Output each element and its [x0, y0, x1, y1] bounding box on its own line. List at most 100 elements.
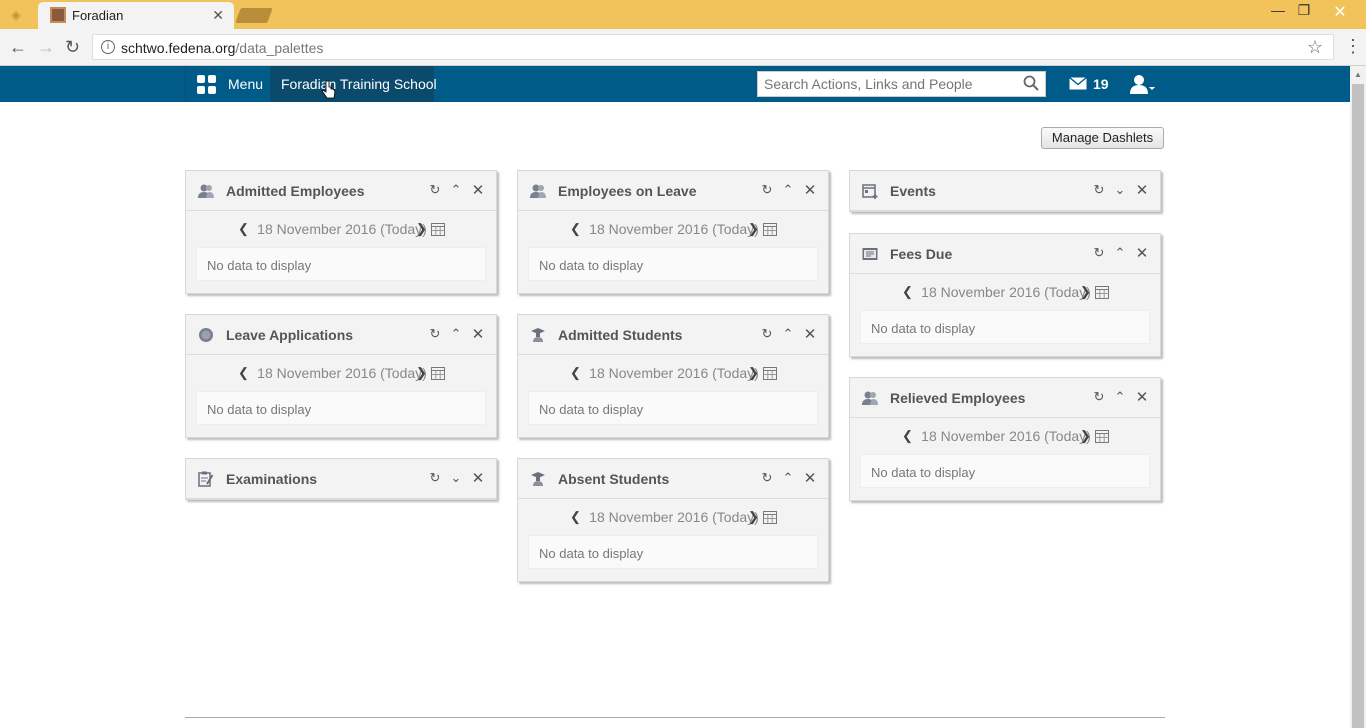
refresh-icon[interactable]: ↻ — [427, 470, 443, 486]
collapse-icon[interactable]: ⌃ — [1112, 389, 1128, 405]
incognito-icon: ◈ — [11, 7, 21, 22]
url-field[interactable]: i schtwo.fedena.org/data_palettes ☆ — [92, 34, 1334, 60]
window-close-icon[interactable]: ✕ — [1328, 2, 1352, 22]
dashlet-date: 18 November 2016 (Today) — [921, 428, 1091, 444]
search-input[interactable] — [764, 76, 1014, 92]
close-icon[interactable]: ✕ — [802, 181, 818, 199]
refresh-icon[interactable]: ↻ — [759, 182, 775, 198]
refresh-icon[interactable]: ↻ — [427, 182, 443, 198]
scroll-thumb[interactable] — [1352, 84, 1364, 728]
prev-date-icon[interactable]: ❮ — [238, 365, 249, 381]
menu-button[interactable]: Menu — [185, 66, 271, 102]
school-name: Foradian Training School — [281, 76, 437, 92]
next-date-icon[interactable]: ❯ — [748, 221, 759, 237]
calendar-icon[interactable] — [1095, 285, 1109, 299]
forward-arrow-icon[interactable]: → — [37, 37, 55, 58]
close-icon[interactable]: ✕ — [470, 181, 486, 199]
close-icon[interactable]: ✕ — [802, 325, 818, 343]
grid-menu-icon — [197, 75, 217, 95]
reload-icon[interactable]: ↻ — [65, 37, 80, 58]
refresh-icon[interactable]: ↻ — [427, 326, 443, 342]
tab-title: Foradian — [72, 8, 124, 23]
no-data-text: No data to display — [207, 402, 312, 417]
refresh-icon[interactable]: ↻ — [759, 470, 775, 486]
prev-date-icon[interactable]: ❮ — [902, 284, 913, 300]
prev-date-icon[interactable]: ❮ — [570, 365, 581, 381]
app-header: Menu Foradian Training School 19 — [0, 66, 1350, 102]
employees-icon — [198, 184, 214, 198]
refresh-icon[interactable]: ↻ — [759, 326, 775, 342]
scroll-up-icon[interactable]: ▲ — [1354, 70, 1362, 79]
dashlet-absent-students: Absent Students ↻ ⌃ ✕ 18 November 2016 (… — [517, 458, 829, 582]
collapse-icon[interactable]: ⌃ — [780, 326, 796, 342]
refresh-icon[interactable]: ↻ — [1091, 389, 1107, 405]
next-date-icon[interactable]: ❯ — [748, 509, 759, 525]
restore-icon[interactable]: ❐ — [1292, 2, 1316, 19]
dashlet-title: Events — [890, 183, 936, 199]
expand-icon[interactable]: ⌄ — [1112, 182, 1128, 198]
page-scrollbar[interactable]: ▲ — [1350, 66, 1366, 728]
no-data-text: No data to display — [207, 258, 312, 273]
close-icon[interactable]: ✕ — [1134, 388, 1150, 406]
calendar-icon[interactable] — [1095, 429, 1109, 443]
mail-icon[interactable] — [1069, 77, 1087, 90]
prev-date-icon[interactable]: ❮ — [902, 428, 913, 444]
next-date-icon[interactable]: ❯ — [748, 365, 759, 381]
prev-date-icon[interactable]: ❮ — [238, 221, 249, 237]
minimize-icon[interactable]: — — [1266, 2, 1290, 18]
tab-close-icon[interactable]: ✕ — [212, 7, 224, 24]
info-icon[interactable]: i — [101, 40, 115, 54]
calendar-icon[interactable] — [431, 366, 445, 380]
calendar-icon[interactable] — [763, 510, 777, 524]
close-icon[interactable]: ✕ — [470, 469, 486, 487]
dashlet-title: Absent Students — [558, 471, 670, 487]
school-name-button[interactable]: Foradian Training School — [271, 66, 437, 102]
prev-date-icon[interactable]: ❮ — [570, 221, 581, 237]
employees-icon — [862, 391, 878, 405]
next-date-icon[interactable]: ❯ — [416, 365, 427, 381]
manage-dashlets-button[interactable]: Manage Dashlets — [1041, 127, 1164, 149]
dashlet-title: Employees on Leave — [558, 183, 697, 199]
collapse-icon[interactable]: ⌃ — [1112, 245, 1128, 261]
message-count[interactable]: 19 — [1093, 76, 1109, 92]
close-icon[interactable]: ✕ — [802, 469, 818, 487]
close-icon[interactable]: ✕ — [470, 325, 486, 343]
collapse-icon[interactable]: ⌃ — [780, 470, 796, 486]
collapse-icon[interactable]: ⌃ — [448, 182, 464, 198]
calendar-icon[interactable] — [763, 222, 777, 236]
dashlet-title: Relieved Employees — [890, 390, 1026, 406]
address-bar: ← → ↻ i schtwo.fedena.org/data_palettes … — [0, 29, 1366, 66]
dashlet-employees-on-leave: Employees on Leave ↻ ⌃ ✕ 18 November 201… — [517, 170, 829, 294]
no-data-text: No data to display — [871, 465, 976, 480]
refresh-icon[interactable]: ↻ — [1091, 245, 1107, 261]
calendar-icon[interactable] — [431, 222, 445, 236]
next-date-icon[interactable]: ❯ — [1080, 284, 1091, 300]
collapse-icon[interactable]: ⌃ — [448, 326, 464, 342]
browser-titlebar: ◈ Foradian ✕ — ❐ ✕ — [0, 0, 1366, 29]
url-text[interactable]: schtwo.fedena.org/data_palettes — [121, 40, 323, 56]
dashlet-date: 18 November 2016 (Today) — [589, 365, 759, 381]
search-icon[interactable] — [1023, 75, 1039, 91]
next-date-icon[interactable]: ❯ — [416, 221, 427, 237]
search-box[interactable] — [757, 71, 1046, 97]
prev-date-icon[interactable]: ❮ — [570, 509, 581, 525]
no-data-text: No data to display — [871, 321, 976, 336]
collapse-icon[interactable]: ⌃ — [780, 182, 796, 198]
dashlet-title: Fees Due — [890, 246, 953, 262]
new-tab-button[interactable] — [235, 8, 273, 23]
browser-menu-icon[interactable]: ⋮ — [1344, 36, 1362, 57]
bookmark-star-icon[interactable]: ☆ — [1307, 37, 1323, 58]
dashlet-date: 18 November 2016 (Today) — [257, 365, 427, 381]
next-date-icon[interactable]: ❯ — [1080, 428, 1091, 444]
expand-icon[interactable]: ⌄ — [448, 470, 464, 486]
dashlet-title: Admitted Students — [558, 327, 683, 343]
student-icon — [531, 328, 545, 342]
dashlet-leave-applications: Leave Applications ↻ ⌃ ✕ 18 November 201… — [185, 314, 497, 438]
refresh-icon[interactable]: ↻ — [1091, 182, 1107, 198]
browser-tab[interactable]: Foradian ✕ — [38, 2, 234, 29]
calendar-icon[interactable] — [763, 366, 777, 380]
user-menu-icon[interactable] — [1130, 74, 1156, 94]
close-icon[interactable]: ✕ — [1134, 244, 1150, 262]
back-arrow-icon[interactable]: ← — [9, 37, 27, 58]
close-icon[interactable]: ✕ — [1134, 181, 1150, 199]
